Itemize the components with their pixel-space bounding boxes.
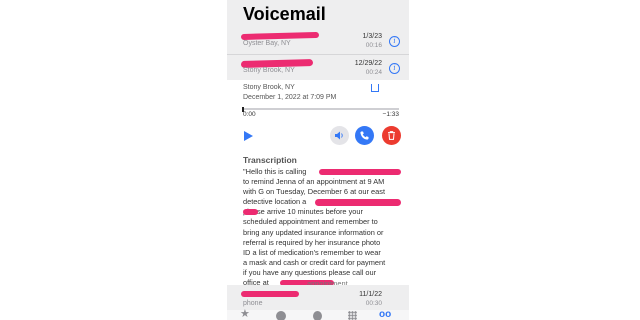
voicemail-detail: Stony Brook, NY December 1, 2022 at 7:09… (227, 80, 409, 288)
redaction-mark (315, 199, 401, 206)
voicemail-date: 11/1/22 (359, 291, 382, 298)
redaction-mark (243, 209, 258, 215)
caller-location: phone (243, 300, 263, 307)
voicemail-date: 1/3/23 (362, 33, 382, 40)
redaction-mark (319, 169, 401, 175)
voicemail-list-item[interactable]: Oyster Bay, NY 1/3/23 00:16 i (227, 28, 409, 55)
transcription-line: if you have any questions please call ou… (243, 267, 377, 277)
phone-icon (360, 131, 369, 140)
voicemail-duration: 00:16 (365, 42, 382, 49)
transcription-line: with G on Tuesday, December 6 at our eas… (243, 187, 385, 197)
detail-timestamp: December 1, 2022 at 7:09 PM (243, 94, 337, 101)
caller-location: Stony Brook, NY (243, 67, 295, 74)
share-icon[interactable] (371, 84, 379, 92)
transcription-line: referral is required by her insurance ph… (243, 237, 381, 247)
transcription-line: please arrive 10 minutes before your (243, 207, 363, 217)
voicemail-tape-icon[interactable]: oo (379, 309, 391, 320)
keypad-grid-icon[interactable] (348, 311, 357, 320)
time-elapsed: 0:00 (243, 111, 256, 118)
transcription-line: scheduled appointment and remember to (243, 217, 378, 227)
transcription-line: bring any updated insurance information … (243, 227, 384, 237)
playback-scrubber[interactable] (242, 106, 399, 112)
favorites-star-icon[interactable]: ★ (240, 307, 250, 320)
voicemail-list-item[interactable]: phone 11/1/22 00:30 (227, 285, 409, 310)
voicemail-duration: 00:24 (365, 69, 382, 76)
transcription-text: "Hello this is calling to remind Jenna o… (243, 167, 403, 288)
time-remaining: −1:33 (382, 111, 399, 118)
contacts-person-icon[interactable] (313, 311, 322, 320)
speaker-button[interactable] (330, 126, 349, 145)
detail-location: Stony Brook, NY (243, 84, 295, 91)
voicemail-screen: Voicemail Oyster Bay, NY 1/3/23 00:16 i … (227, 0, 409, 320)
transcription-line: ID a list of medication's remember to we… (243, 247, 381, 257)
transcription-line: to remind Jenna of an appointment at 9 A… (243, 177, 385, 187)
trash-icon (388, 131, 395, 140)
caller-location: Oyster Bay, NY (243, 40, 291, 47)
voicemail-duration: 00:30 (365, 300, 382, 307)
voicemail-header: Voicemail (227, 0, 409, 28)
transcription-line: a mask and cash or credit card for payme… (243, 257, 386, 267)
redacted-caller-name (241, 291, 299, 297)
page-title: Voicemail (243, 4, 326, 24)
redacted-caller-name (240, 31, 320, 41)
info-icon[interactable]: i (389, 63, 400, 74)
voicemail-date: 12/29/22 (354, 60, 382, 67)
delete-button[interactable] (382, 126, 401, 145)
recents-clock-icon[interactable] (276, 311, 286, 320)
call-back-button[interactable] (355, 126, 374, 145)
tab-bar: ★ oo (227, 307, 409, 320)
voicemail-list-item[interactable]: Stony Brook, NY 12/29/22 00:24 i (227, 55, 409, 82)
info-icon[interactable]: i (389, 36, 400, 47)
play-icon[interactable] (244, 131, 253, 141)
transcription-heading: Transcription (243, 155, 297, 165)
speaker-icon (335, 131, 343, 140)
